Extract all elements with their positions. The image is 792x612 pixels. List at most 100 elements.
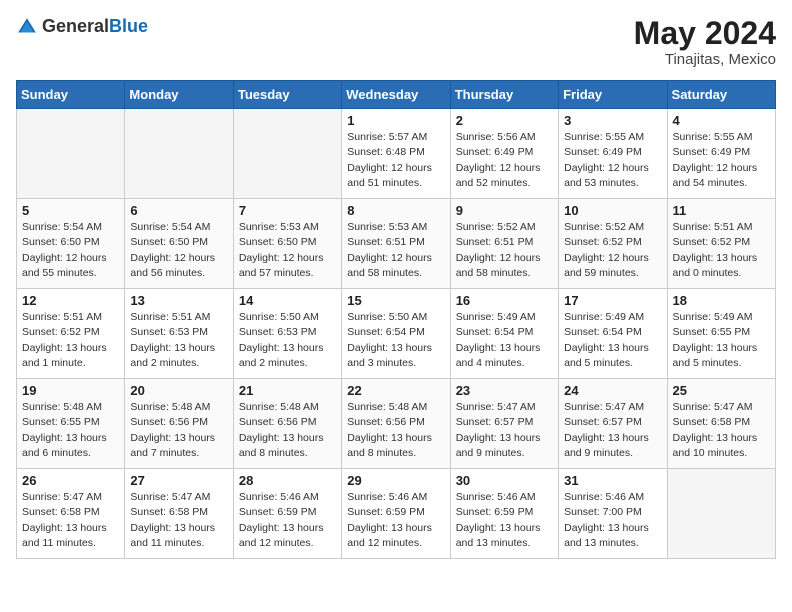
calendar-day-cell: 29 Sunrise: 5:46 AM Sunset: 6:59 PM Dayli…: [342, 469, 450, 559]
day-info: Sunrise: 5:53 AM Sunset: 6:51 PM Dayligh…: [347, 220, 444, 281]
day-number: 5: [22, 203, 119, 218]
day-info: Sunrise: 5:55 AM Sunset: 6:49 PM Dayligh…: [673, 130, 770, 191]
day-of-week-header: Friday: [559, 81, 667, 109]
logo-blue: Blue: [109, 17, 148, 37]
calendar-day-cell: 24 Sunrise: 5:47 AM Sunset: 6:57 PM Dayli…: [559, 379, 667, 469]
day-number: 19: [22, 383, 119, 398]
day-info: Sunrise: 5:46 AM Sunset: 6:59 PM Dayligh…: [456, 490, 553, 551]
day-number: 21: [239, 383, 336, 398]
day-info: Sunrise: 5:46 AM Sunset: 7:00 PM Dayligh…: [564, 490, 661, 551]
day-info: Sunrise: 5:52 AM Sunset: 6:51 PM Dayligh…: [456, 220, 553, 281]
calendar-day-cell: 14Sunrise: 5:50 AM Sunset: 6:53 PM Dayli…: [233, 289, 341, 379]
day-number: 25: [673, 383, 770, 398]
day-info: Sunrise: 5:48 AM Sunset: 6:56 PM Dayligh…: [130, 400, 227, 461]
calendar-week-row: 1 Sunrise: 5:57 AM Sunset: 6:48 PM Daylig…: [17, 109, 776, 199]
day-number: 7: [239, 203, 336, 218]
day-of-week-header: Saturday: [667, 81, 775, 109]
calendar-week-row: 5 Sunrise: 5:54 AM Sunset: 6:50 PM Daylig…: [17, 199, 776, 289]
day-number: 28: [239, 473, 336, 488]
day-info: Sunrise: 5:48 AM Sunset: 6:56 PM Dayligh…: [347, 400, 444, 461]
calendar-header-row: SundayMondayTuesdayWednesdayThursdayFrid…: [17, 81, 776, 109]
day-number: 27: [130, 473, 227, 488]
month-year: May 2024: [634, 16, 776, 51]
day-info: Sunrise: 5:52 AM Sunset: 6:52 PM Dayligh…: [564, 220, 661, 281]
calendar-day-cell: 15Sunrise: 5:50 AM Sunset: 6:54 PM Dayli…: [342, 289, 450, 379]
day-of-week-header: Sunday: [17, 81, 125, 109]
day-info: Sunrise: 5:49 AM Sunset: 6:54 PM Dayligh…: [456, 310, 553, 371]
day-info: Sunrise: 5:49 AM Sunset: 6:55 PM Dayligh…: [673, 310, 770, 371]
calendar-day-cell: 28Sunrise: 5:46 AM Sunset: 6:59 PM Dayli…: [233, 469, 341, 559]
day-info: Sunrise: 5:55 AM Sunset: 6:49 PM Dayligh…: [564, 130, 661, 191]
calendar-day-cell: 6 Sunrise: 5:54 AM Sunset: 6:50 PM Daylig…: [125, 199, 233, 289]
day-info: Sunrise: 5:56 AM Sunset: 6:49 PM Dayligh…: [456, 130, 553, 191]
day-info: Sunrise: 5:49 AM Sunset: 6:54 PM Dayligh…: [564, 310, 661, 371]
day-info: Sunrise: 5:47 AM Sunset: 6:58 PM Dayligh…: [673, 400, 770, 461]
day-info: Sunrise: 5:51 AM Sunset: 6:53 PM Dayligh…: [130, 310, 227, 371]
day-number: 29: [347, 473, 444, 488]
day-of-week-header: Tuesday: [233, 81, 341, 109]
calendar-day-cell: 12Sunrise: 5:51 AM Sunset: 6:52 PM Dayli…: [17, 289, 125, 379]
calendar-day-cell: 21Sunrise: 5:48 AM Sunset: 6:56 PM Dayli…: [233, 379, 341, 469]
calendar-day-cell: 7 Sunrise: 5:53 AM Sunset: 6:50 PM Daylig…: [233, 199, 341, 289]
calendar-week-row: 26 Sunrise: 5:47 AM Sunset: 6:58 PM Dayli…: [17, 469, 776, 559]
day-number: 18: [673, 293, 770, 308]
calendar-day-cell: 31 Sunrise: 5:46 AM Sunset: 7:00 PM Dayli…: [559, 469, 667, 559]
day-number: 26: [22, 473, 119, 488]
calendar-day-cell: 26 Sunrise: 5:47 AM Sunset: 6:58 PM Dayli…: [17, 469, 125, 559]
day-number: 31: [564, 473, 661, 488]
calendar-day-cell: 9 Sunrise: 5:52 AM Sunset: 6:51 PM Daylig…: [450, 199, 558, 289]
calendar-day-cell: 3 Sunrise: 5:55 AM Sunset: 6:49 PM Daylig…: [559, 109, 667, 199]
day-info: Sunrise: 5:53 AM Sunset: 6:50 PM Dayligh…: [239, 220, 336, 281]
calendar-day-cell: 11 Sunrise: 5:51 AM Sunset: 6:52 PM Dayli…: [667, 199, 775, 289]
calendar-day-cell: [125, 109, 233, 199]
day-number: 6: [130, 203, 227, 218]
title-block: May 2024 Tinajitas, Mexico: [634, 16, 776, 68]
calendar-day-cell: 22 Sunrise: 5:48 AM Sunset: 6:56 PM Dayli…: [342, 379, 450, 469]
day-number: 20: [130, 383, 227, 398]
calendar-day-cell: 5 Sunrise: 5:54 AM Sunset: 6:50 PM Daylig…: [17, 199, 125, 289]
calendar-week-row: 12Sunrise: 5:51 AM Sunset: 6:52 PM Dayli…: [17, 289, 776, 379]
calendar-day-cell: 25 Sunrise: 5:47 AM Sunset: 6:58 PM Dayli…: [667, 379, 775, 469]
calendar-day-cell: 10 Sunrise: 5:52 AM Sunset: 6:52 PM Dayli…: [559, 199, 667, 289]
calendar-day-cell: 13Sunrise: 5:51 AM Sunset: 6:53 PM Dayli…: [125, 289, 233, 379]
day-number: 14: [239, 293, 336, 308]
day-number: 15: [347, 293, 444, 308]
day-info: Sunrise: 5:51 AM Sunset: 6:52 PM Dayligh…: [673, 220, 770, 281]
day-info: Sunrise: 5:47 AM Sunset: 6:57 PM Dayligh…: [564, 400, 661, 461]
location: Tinajitas, Mexico: [634, 51, 776, 68]
calendar-day-cell: [667, 469, 775, 559]
calendar-day-cell: 27Sunrise: 5:47 AM Sunset: 6:58 PM Dayli…: [125, 469, 233, 559]
calendar-week-row: 19 Sunrise: 5:48 AM Sunset: 6:55 PM Dayli…: [17, 379, 776, 469]
day-number: 23: [456, 383, 553, 398]
calendar-day-cell: 19 Sunrise: 5:48 AM Sunset: 6:55 PM Dayli…: [17, 379, 125, 469]
day-of-week-header: Monday: [125, 81, 233, 109]
day-number: 9: [456, 203, 553, 218]
day-number: 11: [673, 203, 770, 218]
calendar-day-cell: 17 Sunrise: 5:49 AM Sunset: 6:54 PM Dayli…: [559, 289, 667, 379]
logo: GeneralBlue: [16, 16, 148, 38]
day-info: Sunrise: 5:54 AM Sunset: 6:50 PM Dayligh…: [22, 220, 119, 281]
day-info: Sunrise: 5:46 AM Sunset: 6:59 PM Dayligh…: [347, 490, 444, 551]
calendar-day-cell: 23Sunrise: 5:47 AM Sunset: 6:57 PM Dayli…: [450, 379, 558, 469]
day-info: Sunrise: 5:57 AM Sunset: 6:48 PM Dayligh…: [347, 130, 444, 191]
page-header: GeneralBlue May 2024 Tinajitas, Mexico: [16, 16, 776, 68]
day-number: 8: [347, 203, 444, 218]
day-info: Sunrise: 5:47 AM Sunset: 6:58 PM Dayligh…: [22, 490, 119, 551]
day-number: 17: [564, 293, 661, 308]
day-info: Sunrise: 5:51 AM Sunset: 6:52 PM Dayligh…: [22, 310, 119, 371]
calendar-day-cell: 2Sunrise: 5:56 AM Sunset: 6:49 PM Daylig…: [450, 109, 558, 199]
logo-general: General: [42, 17, 109, 37]
day-number: 10: [564, 203, 661, 218]
calendar-day-cell: 30 Sunrise: 5:46 AM Sunset: 6:59 PM Dayli…: [450, 469, 558, 559]
calendar-day-cell: 18 Sunrise: 5:49 AM Sunset: 6:55 PM Dayli…: [667, 289, 775, 379]
day-of-week-header: Thursday: [450, 81, 558, 109]
day-number: 22: [347, 383, 444, 398]
day-info: Sunrise: 5:48 AM Sunset: 6:55 PM Dayligh…: [22, 400, 119, 461]
calendar-table: SundayMondayTuesdayWednesdayThursdayFrid…: [16, 80, 776, 559]
calendar-day-cell: 8 Sunrise: 5:53 AM Sunset: 6:51 PM Daylig…: [342, 199, 450, 289]
day-number: 30: [456, 473, 553, 488]
day-number: 24: [564, 383, 661, 398]
day-number: 1: [347, 113, 444, 128]
day-info: Sunrise: 5:54 AM Sunset: 6:50 PM Dayligh…: [130, 220, 227, 281]
day-number: 3: [564, 113, 661, 128]
